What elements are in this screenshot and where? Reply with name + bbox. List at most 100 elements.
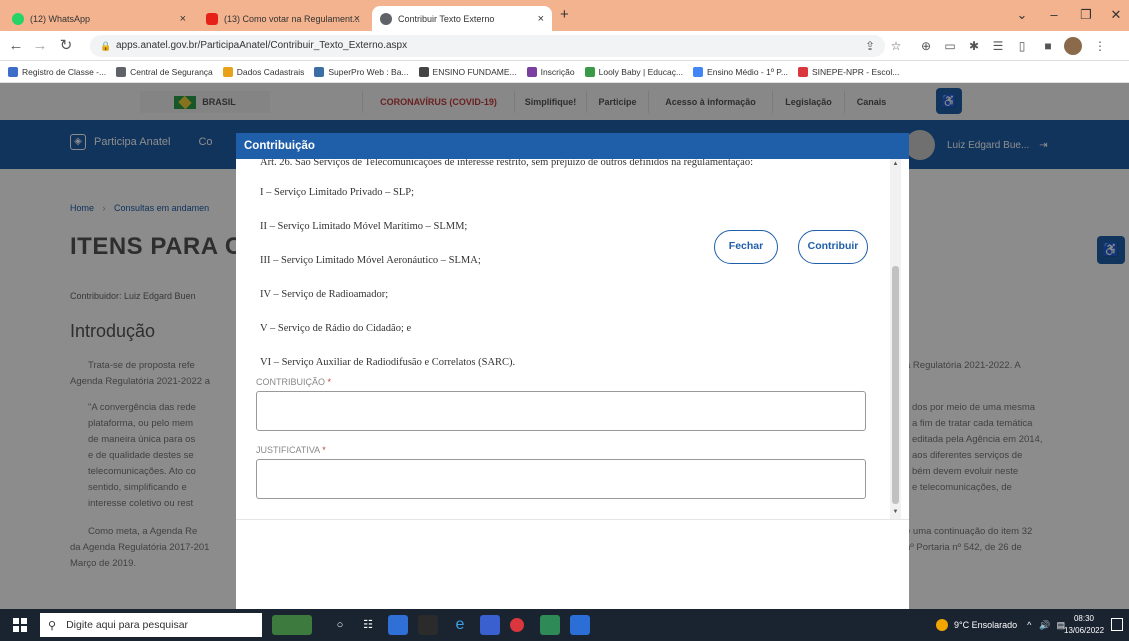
- lock-icon: 🔒: [100, 41, 112, 51]
- extension-icon[interactable]: ▭: [942, 38, 958, 54]
- justificativa-textarea[interactable]: [256, 459, 866, 499]
- app-icon[interactable]: [570, 615, 590, 635]
- clock-time: 08:30: [1073, 614, 1095, 623]
- fechar-button[interactable]: Fechar: [714, 230, 778, 264]
- app-icon[interactable]: [540, 615, 560, 635]
- law-text-line: II – Serviço Limitado Móvel Marítimo – S…: [260, 221, 468, 232]
- chrome-icon[interactable]: [510, 618, 524, 632]
- taskbar-search-input[interactable]: ⚲ Digite aqui para pesquisar: [40, 613, 262, 637]
- search-icon: ⚲: [48, 619, 57, 632]
- modal-footer: [236, 519, 909, 609]
- modal-header: Contribuição: [236, 133, 909, 159]
- chevron-down-icon[interactable]: ⌄: [1008, 4, 1036, 26]
- bookmark-item[interactable]: Ensino Médio - 1º P...: [693, 66, 788, 77]
- bookmarks-bar: Registro de Classe -... Central de Segur…: [0, 61, 1129, 83]
- store-icon[interactable]: [480, 615, 500, 635]
- bookmark-item[interactable]: Registro de Classe -...: [8, 66, 107, 77]
- youtube-icon: [206, 12, 218, 25]
- justificativa-label-text: JUSTIFICATIVA: [256, 445, 320, 455]
- new-tab-button[interactable]: +: [560, 6, 569, 23]
- minimize-icon[interactable]: –: [1040, 4, 1068, 26]
- contribuicao-textarea[interactable]: [256, 391, 866, 431]
- contribuir-button[interactable]: Contribuir: [798, 230, 868, 264]
- browser-tab-bar: (12) WhatsApp × (13) Como votar na Regul…: [0, 0, 1129, 31]
- globe-icon: [380, 12, 392, 25]
- news-widget-icon[interactable]: [272, 615, 312, 635]
- profile-icon[interactable]: [1064, 37, 1082, 55]
- address-bar: ← → ↻ 🔒 apps.anatel.gov.br/ParticipaAnat…: [0, 31, 1129, 61]
- app-icon[interactable]: [388, 615, 408, 635]
- weather-text[interactable]: 9°C Ensolarado: [954, 620, 1017, 630]
- bookmark-label: Looly Baby | Educaç...: [598, 66, 684, 77]
- teams-icon[interactable]: [418, 615, 438, 635]
- forward-icon[interactable]: →: [30, 36, 50, 56]
- tab-contribuir[interactable]: Contribuir Texto Externo ×: [372, 6, 552, 31]
- url-text: apps.anatel.gov.br/ParticipaAnatel/Contr…: [116, 40, 408, 51]
- bookmark-item[interactable]: Dados Cadastrais: [222, 66, 305, 77]
- law-text-line: I – Serviço Limitado Privado – SLP;: [260, 187, 414, 198]
- bookmark-label: Central de Segurança: [130, 66, 213, 77]
- page-content: BRASIL CORONAVÍRUS (COVID-19) Simplifiqu…: [0, 83, 1129, 609]
- whatsapp-icon: [12, 12, 24, 25]
- chevron-up-icon[interactable]: ^: [1027, 620, 1031, 630]
- law-text-line: IV – Serviço de Radioamador;: [260, 289, 389, 300]
- puzzle-icon[interactable]: ✱: [966, 38, 982, 54]
- reading-list-icon[interactable]: ☰: [990, 38, 1006, 54]
- tab-title: Contribuir Texto Externo: [398, 13, 495, 24]
- maximize-icon[interactable]: ❐: [1072, 4, 1100, 26]
- bookmark-icon: [418, 66, 429, 77]
- close-icon[interactable]: ×: [538, 13, 544, 25]
- bookmark-item[interactable]: ENSINO FUNDAME...: [418, 66, 517, 77]
- scrollbar-thumb[interactable]: [892, 266, 899, 504]
- notification-icon[interactable]: [1111, 618, 1123, 631]
- bookmark-item[interactable]: SuperPro Web : Ba...: [314, 66, 409, 77]
- contribuicao-label: CONTRIBUIÇÃO *: [256, 377, 331, 387]
- task-view-icon[interactable]: ○: [330, 615, 350, 635]
- widgets-icon[interactable]: ☷: [358, 615, 378, 635]
- bookmark-item[interactable]: Central de Segurança: [116, 66, 213, 77]
- url-input[interactable]: 🔒 apps.anatel.gov.br/ParticipaAnatel/Con…: [90, 35, 885, 57]
- back-icon[interactable]: ←: [6, 36, 26, 56]
- close-icon[interactable]: ×: [180, 13, 186, 25]
- bookmark-item[interactable]: Looly Baby | Educaç...: [584, 66, 684, 77]
- split-icon[interactable]: ■: [1040, 38, 1056, 54]
- bookmark-label: Ensino Médio - 1º P...: [707, 66, 788, 77]
- bookmark-item[interactable]: SINEPE-NPR - Escol...: [797, 66, 900, 77]
- sidepanel-icon[interactable]: ▯: [1014, 38, 1030, 54]
- star-icon[interactable]: ☆: [888, 38, 904, 54]
- windows-start-icon[interactable]: [13, 618, 27, 632]
- justificativa-label: JUSTIFICATIVA *: [256, 445, 326, 455]
- bookmark-icon: [693, 66, 704, 77]
- required-mark: *: [327, 377, 332, 387]
- extension-icon[interactable]: ⊕: [918, 38, 934, 54]
- law-text-line: III – Serviço Limitado Móvel Aeronáutico…: [260, 255, 481, 266]
- tab-whatsapp[interactable]: (12) WhatsApp ×: [4, 6, 194, 31]
- bookmark-label: Registro de Classe -...: [22, 66, 107, 77]
- tab-title: (12) WhatsApp: [30, 13, 91, 24]
- volume-icon[interactable]: 🔊: [1039, 620, 1050, 631]
- taskbar-search-placeholder: Digite aqui para pesquisar: [66, 619, 189, 631]
- required-mark: *: [322, 445, 326, 455]
- close-icon[interactable]: ×: [354, 13, 360, 25]
- modal-scrollbar[interactable]: ▲ ▼: [890, 159, 901, 519]
- contribuicao-label-text: CONTRIBUIÇÃO: [256, 377, 326, 387]
- window-close-icon[interactable]: ✕: [1102, 4, 1129, 26]
- menu-icon[interactable]: ⋮: [1092, 38, 1108, 54]
- law-text-line: Art. 26. São Serviços de Telecomunicaçõe…: [260, 159, 753, 168]
- windows-taskbar: ⚲ Digite aqui para pesquisar ○ ☷ e 9°C E…: [0, 609, 1129, 641]
- scroll-up-icon[interactable]: ▲: [892, 161, 899, 167]
- bookmark-item[interactable]: Inscrição: [526, 66, 575, 77]
- taskbar-clock[interactable]: 08:30 13/06/2022: [1064, 613, 1104, 637]
- system-tray: 9°C Ensolarado ^ 🔊 ▤: [936, 609, 1065, 641]
- clock-date: 13/06/2022: [1064, 626, 1105, 635]
- tab-title: (13) Como votar na Regulament...: [224, 13, 361, 24]
- reload-icon[interactable]: ↻: [56, 36, 76, 56]
- edge-icon[interactable]: e: [450, 615, 470, 635]
- bookmark-icon: [116, 66, 127, 77]
- tab-youtube[interactable]: (13) Como votar na Regulament... ×: [198, 6, 368, 31]
- scroll-down-icon[interactable]: ▼: [892, 509, 899, 515]
- share-icon[interactable]: ⇪: [862, 38, 878, 54]
- bookmark-label: SINEPE-NPR - Escol...: [811, 66, 900, 77]
- bookmark-label: Dados Cadastrais: [236, 66, 305, 77]
- bookmark-icon: [526, 66, 537, 77]
